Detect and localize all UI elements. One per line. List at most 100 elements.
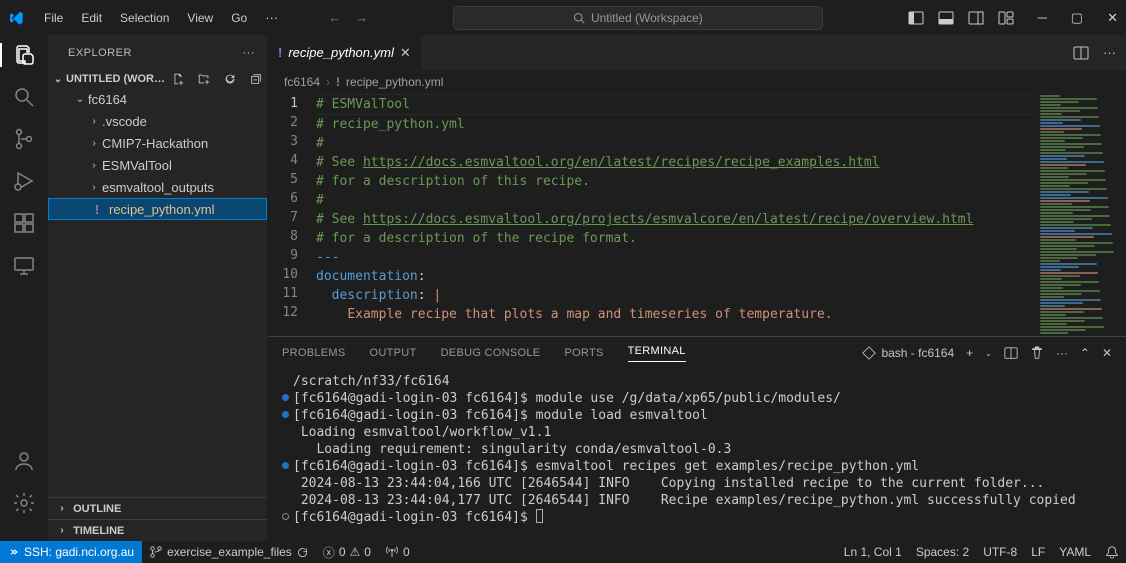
split-terminal-icon[interactable] xyxy=(1004,346,1018,360)
panel-more-icon[interactable]: ··· xyxy=(1056,346,1068,360)
panel-tab-debug-console[interactable]: DEBUG CONSOLE xyxy=(441,347,541,359)
status-ports[interactable]: 0 xyxy=(378,545,417,559)
tree-item-label: recipe_python.yml xyxy=(109,202,215,217)
terminal-line: [fc6164@gadi-login-03 fc6164]$ esmvaltoo… xyxy=(282,458,1112,475)
activity-extensions-icon[interactable] xyxy=(0,211,48,235)
code-line: # xyxy=(316,191,1036,210)
tree-folder[interactable]: ›ESMValTool xyxy=(48,154,267,176)
toggle-secondary-sidebar-icon[interactable] xyxy=(968,10,984,26)
new-file-icon[interactable] xyxy=(171,72,185,86)
close-panel-icon[interactable]: ✕ xyxy=(1102,346,1112,360)
panel-tab-ports[interactable]: PORTS xyxy=(564,347,603,359)
command-center: Untitled (Workspace) xyxy=(372,6,903,30)
tab-recipe-python[interactable]: ! recipe_python.yml ✕ xyxy=(268,35,422,70)
bottom-panel: PROBLEMS OUTPUT DEBUG CONSOLE PORTS TERMINAL… xyxy=(268,336,1126,541)
menu-selection[interactable]: Selection xyxy=(112,7,177,29)
code-area[interactable]: # ESMValTool# recipe_python.yml## See ht… xyxy=(316,94,1036,336)
status-encoding[interactable]: UTF-8 xyxy=(976,545,1024,559)
timeline-label: TIMELINE xyxy=(73,525,124,537)
yaml-file-icon: ! xyxy=(89,202,105,217)
maximize-panel-icon[interactable]: ⌃ xyxy=(1080,346,1090,360)
activity-search-icon[interactable] xyxy=(0,85,48,109)
eol-label: LF xyxy=(1031,545,1045,559)
chevron-right-icon: › xyxy=(88,116,100,127)
menu-more-icon[interactable]: ··· xyxy=(259,6,284,29)
status-spaces[interactable]: Spaces: 2 xyxy=(909,545,976,559)
editor-body: 123456789101112 # ESMValTool# recipe_pyt… xyxy=(268,94,1126,336)
menu-file[interactable]: File xyxy=(36,7,71,29)
menu-bar: FileEditSelectionViewGo xyxy=(36,7,255,29)
line-number: 4 xyxy=(268,151,298,170)
status-problems[interactable]: ⓧ0 ⚠0 xyxy=(316,544,378,561)
sidebar-bottom-sections: › OUTLINE › TIMELINE xyxy=(48,497,267,541)
close-tab-icon[interactable]: ✕ xyxy=(400,45,411,61)
toggle-sidebar-icon[interactable] xyxy=(908,10,924,26)
yaml-file-icon: ! xyxy=(278,45,282,60)
split-editor-icon[interactable] xyxy=(1073,45,1089,61)
terminal-line: Loading esmvaltool/workflow_v1.1 xyxy=(282,424,1112,441)
activity-run-icon[interactable] xyxy=(0,169,48,193)
tree-file[interactable]: ! recipe_python.yml xyxy=(48,198,267,220)
line-number: 6 xyxy=(268,189,298,208)
menu-view[interactable]: View xyxy=(179,7,221,29)
more-actions-icon[interactable]: ··· xyxy=(1103,45,1116,60)
breadcrumb-folder[interactable]: fc6164 xyxy=(284,75,320,89)
panel-tab-terminal[interactable]: TERMINAL xyxy=(628,345,686,362)
menu-go[interactable]: Go xyxy=(223,7,255,29)
outline-section[interactable]: › OUTLINE xyxy=(48,497,267,519)
tree-folder[interactable]: ›.vscode xyxy=(48,110,267,132)
sync-icon[interactable] xyxy=(296,546,309,559)
close-window-icon[interactable]: ✕ xyxy=(1107,10,1118,26)
new-terminal-icon[interactable]: + xyxy=(966,346,973,360)
customize-layout-icon[interactable] xyxy=(998,10,1014,26)
line-number-gutter: 123456789101112 xyxy=(268,94,316,336)
breadcrumbs[interactable]: fc6164 › ! recipe_python.yml xyxy=(268,70,1126,94)
warnings-count: 0 xyxy=(364,545,371,559)
new-folder-icon[interactable] xyxy=(197,72,211,86)
workspace-header[interactable]: ⌄ UNTITLED (WOR… xyxy=(48,70,267,88)
status-language[interactable]: YAML xyxy=(1052,545,1098,559)
activity-remote-icon[interactable] xyxy=(0,253,48,277)
breadcrumb-file[interactable]: recipe_python.yml xyxy=(346,75,443,89)
sidebar: EXPLORER ··· ⌄ UNTITLED (WOR… ⌄fc6164›.v… xyxy=(48,35,268,541)
status-branch[interactable]: exercise_example_files xyxy=(142,545,316,559)
tab-label: recipe_python.yml xyxy=(288,45,394,60)
refresh-icon[interactable] xyxy=(223,72,237,86)
command-center-text: Untitled (Workspace) xyxy=(591,11,703,25)
panel-tab-output[interactable]: OUTPUT xyxy=(370,347,417,359)
chevron-down-icon: ⌄ xyxy=(52,74,64,85)
activity-scm-icon[interactable] xyxy=(0,127,48,151)
line-number: 9 xyxy=(268,246,298,265)
status-cursor[interactable]: Ln 1, Col 1 xyxy=(837,545,909,559)
toggle-panel-icon[interactable] xyxy=(938,10,954,26)
minimap[interactable] xyxy=(1036,94,1126,336)
nav-forward-icon[interactable]: → xyxy=(355,10,368,25)
panel-tab-problems[interactable]: PROBLEMS xyxy=(282,347,346,359)
tree-item-label: .vscode xyxy=(102,114,147,129)
code-line: # for a description of this recipe. xyxy=(316,172,1036,191)
tree-folder[interactable]: ›esmvaltool_outputs xyxy=(48,176,267,198)
activity-settings-icon[interactable] xyxy=(0,491,48,515)
collapse-all-icon[interactable] xyxy=(249,72,263,86)
activity-explorer-icon[interactable] xyxy=(0,43,48,67)
maximize-icon[interactable]: ▢ xyxy=(1071,10,1083,26)
kill-terminal-icon[interactable] xyxy=(1030,346,1044,360)
activity-account-icon[interactable] xyxy=(0,449,48,473)
command-center-input[interactable]: Untitled (Workspace) xyxy=(453,6,823,30)
terminal-profile-label[interactable]: bash - fc6164 xyxy=(862,346,954,360)
terminal-dropdown-icon[interactable]: ⌄ xyxy=(985,349,992,358)
status-eol[interactable]: LF xyxy=(1024,545,1052,559)
sidebar-actions-icon[interactable]: ··· xyxy=(243,47,256,59)
panel-tabs: PROBLEMS OUTPUT DEBUG CONSOLE PORTS TERMINAL… xyxy=(268,337,1126,369)
status-remote[interactable]: SSH: gadi.nci.org.au xyxy=(0,541,142,563)
tab-bar: ! recipe_python.yml ✕ ··· xyxy=(268,35,1126,70)
terminal-output[interactable]: /scratch/nf33/fc6164[fc6164@gadi-login-0… xyxy=(268,369,1126,541)
nav-back-icon[interactable]: ← xyxy=(328,10,341,25)
timeline-section[interactable]: › TIMELINE xyxy=(48,519,267,541)
tree-folder[interactable]: ›CMIP7-Hackathon xyxy=(48,132,267,154)
tree-folder[interactable]: ⌄fc6164 xyxy=(48,88,267,110)
status-notifications[interactable] xyxy=(1098,545,1126,559)
menu-edit[interactable]: Edit xyxy=(73,7,110,29)
minimize-icon[interactable]: ─ xyxy=(1038,10,1047,26)
code-line: # See https://docs.esmvaltool.org/en/lat… xyxy=(316,153,1036,172)
